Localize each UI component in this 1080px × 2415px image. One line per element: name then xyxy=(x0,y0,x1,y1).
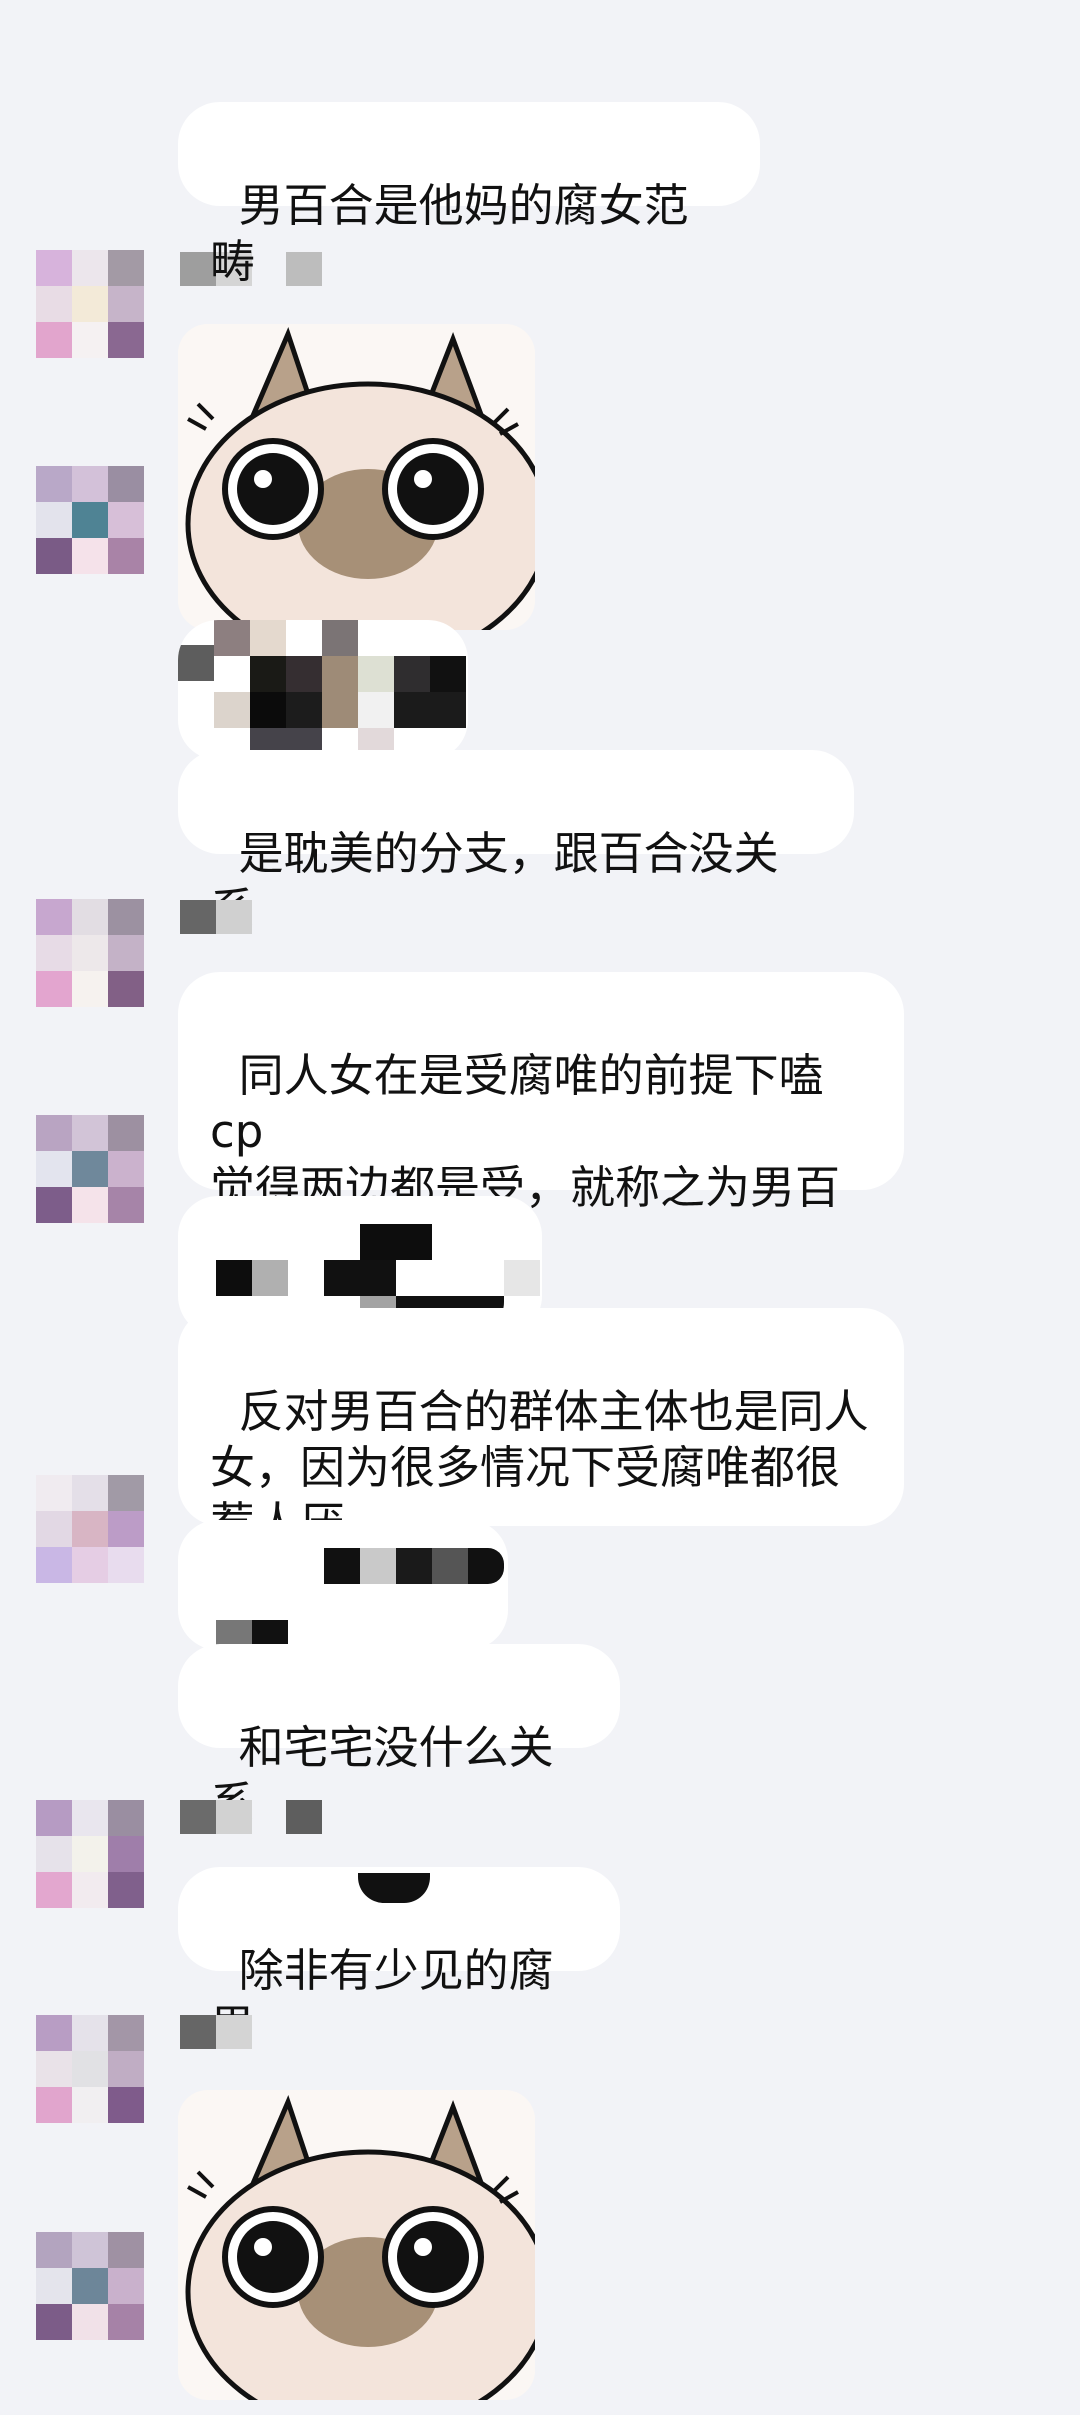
censored-content xyxy=(178,1520,508,1650)
avatar[interactable] xyxy=(36,2015,144,2123)
avatar[interactable] xyxy=(36,2232,144,2340)
avatar[interactable] xyxy=(36,250,144,358)
censored-content xyxy=(178,620,468,760)
avatar[interactable] xyxy=(36,1475,144,1583)
message-text: 是耽美的分支，跟百合没关系 xyxy=(210,827,779,936)
siamese-cat-icon xyxy=(178,324,535,630)
sticker-image[interactable] xyxy=(178,324,535,630)
message-bubble[interactable]: 除非有少见的腐男 xyxy=(178,1867,620,2053)
sender-name-pixelated xyxy=(180,1800,322,1834)
sender-name-pixelated xyxy=(180,2015,252,2049)
avatar[interactable] xyxy=(36,1115,144,1223)
message-text: 除非有少见的腐男 xyxy=(210,1944,554,2053)
message-bubble[interactable]: 同人女在是受腐唯的前提下嗑cp 觉得两边都是受，就称之为男百 合 xyxy=(178,972,904,1270)
message-bubble[interactable]: 是耽美的分支，跟百合没关系 xyxy=(178,750,854,936)
sender-name-pixelated xyxy=(180,900,252,934)
censored-content xyxy=(358,1873,430,1903)
avatar[interactable] xyxy=(36,466,144,574)
message-bubble[interactable]: 男百合是他妈的腐女范畴 xyxy=(178,102,760,288)
message-bubble[interactable]: 反对男百合的群体主体也是同人 女，因为很多情况下受腐唯都很 惹人厌 xyxy=(178,1308,904,1550)
avatar[interactable] xyxy=(36,1800,144,1908)
avatar[interactable] xyxy=(36,899,144,1007)
message-bubble[interactable]: 和宅宅没什么关系 xyxy=(178,1644,620,1830)
sticker-image[interactable] xyxy=(178,2090,535,2400)
siamese-cat-icon xyxy=(178,2092,535,2400)
